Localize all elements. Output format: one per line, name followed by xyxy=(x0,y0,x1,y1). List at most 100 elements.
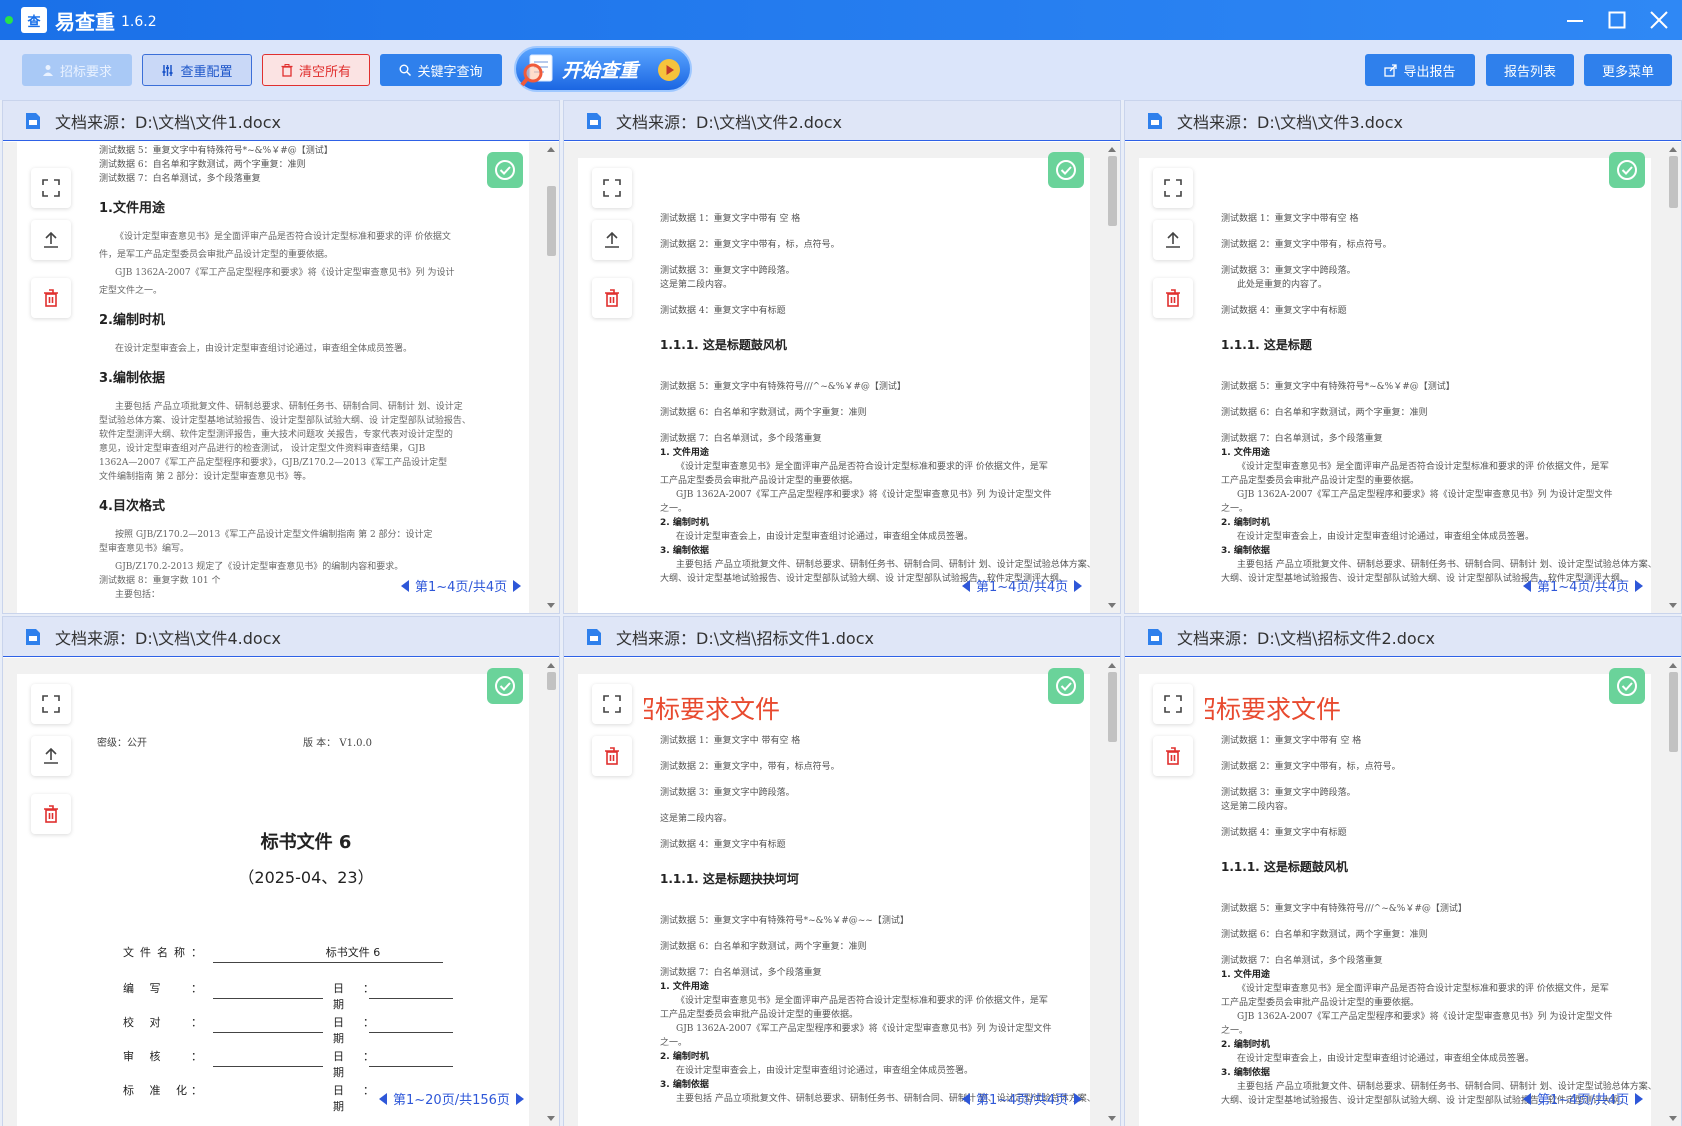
scroll-up-icon[interactable] xyxy=(1108,147,1116,152)
prev-page-icon[interactable] xyxy=(962,579,970,592)
vertical-scrollbar[interactable] xyxy=(543,142,559,613)
vertical-scrollbar[interactable] xyxy=(1104,142,1120,613)
prev-page-icon[interactable] xyxy=(1523,1092,1531,1105)
doc-text-line: 测试数据 7：白名单测试，多个段落重复 xyxy=(660,968,822,978)
scroll-thumb[interactable] xyxy=(547,672,556,690)
check-circle-icon[interactable] xyxy=(487,152,523,188)
minimize-icon[interactable] xyxy=(1562,7,1588,33)
document-source: 文档来源：D:\文档\文件1.docx xyxy=(55,112,281,132)
doc-text-line: 测试数据 3：重复文字中跨段落。 xyxy=(660,788,795,798)
document-icon xyxy=(1148,112,1162,129)
scroll-thumb[interactable] xyxy=(1108,156,1117,226)
start-check-label: 开始查重 xyxy=(562,59,639,82)
check-config-button[interactable]: 查重配置 xyxy=(142,54,252,86)
delete-icon[interactable] xyxy=(592,736,632,776)
delete-icon[interactable] xyxy=(1153,278,1193,318)
doc-text-line: 测试数据 2：重复文字中带有，标，点符号。 xyxy=(1221,762,1401,772)
next-page-icon[interactable] xyxy=(1074,579,1083,592)
upload-icon[interactable] xyxy=(1153,220,1193,260)
fullscreen-icon[interactable] xyxy=(31,684,71,724)
doc-text-line: 测试数据 5：重复文字中有特殊符号///^~&%￥#@【测试】 xyxy=(1221,904,1467,914)
fullscreen-icon[interactable] xyxy=(1153,684,1193,724)
prev-page-icon[interactable] xyxy=(1523,579,1531,592)
page-range: 第1~4页/共4页 xyxy=(976,580,1069,595)
export-report-button[interactable]: 导出报告 xyxy=(1365,54,1475,86)
close-icon[interactable] xyxy=(1646,7,1672,33)
fullscreen-icon[interactable] xyxy=(31,168,71,208)
doc-text-line: 意见，设计定型审查组对产品进行的检查测试， 设计定型文件资料审查结果，GJB xyxy=(99,444,426,454)
upload-icon[interactable] xyxy=(31,220,71,260)
delete-icon[interactable] xyxy=(1153,736,1193,776)
scroll-up-icon[interactable] xyxy=(1108,663,1116,668)
scroll-thumb[interactable] xyxy=(1669,672,1678,752)
vertical-scrollbar[interactable] xyxy=(1104,658,1120,1126)
page-navigator: 第1~20页/共156页 xyxy=(379,1089,524,1108)
doc-text-line: 测试数据 6：白名单和字数测试，两个字重复：准则 xyxy=(660,408,867,418)
tender-requirements-button[interactable]: 招标要求 xyxy=(22,54,132,86)
maximize-icon[interactable] xyxy=(1604,7,1630,33)
vertical-scrollbar[interactable] xyxy=(1665,658,1681,1126)
scroll-up-icon[interactable] xyxy=(1669,663,1677,668)
scroll-down-icon[interactable] xyxy=(1108,603,1116,608)
delete-icon[interactable] xyxy=(592,278,632,318)
scroll-down-icon[interactable] xyxy=(1669,1116,1677,1121)
security-level: 密级：公开 xyxy=(97,738,147,749)
fullscreen-icon[interactable] xyxy=(592,684,632,724)
vertical-scrollbar[interactable] xyxy=(1665,142,1681,613)
scroll-thumb[interactable] xyxy=(1669,156,1678,208)
next-page-icon[interactable] xyxy=(515,1092,524,1105)
document-viewer[interactable]: 测试数据 1：重复文字中带有空 格 测试数据 2：重复文字中带有，标点符号。 测… xyxy=(1125,142,1681,613)
check-circle-icon[interactable] xyxy=(1609,152,1645,188)
more-menu-button[interactable]: 更多菜单 xyxy=(1584,54,1672,86)
upload-icon[interactable] xyxy=(592,220,632,260)
document-viewer[interactable]: 招标要求文件 测试数据 1：重复文字中 带有空 格 测试数据 2：重复文字中，带… xyxy=(564,658,1120,1126)
check-circle-icon[interactable] xyxy=(1048,668,1084,704)
clear-all-label: 清空所有 xyxy=(298,64,351,80)
start-check-button[interactable]: 开始查重 xyxy=(514,46,692,92)
panel-header: 文档来源：D:\文档\文件3.docx xyxy=(1125,101,1681,141)
next-page-icon[interactable] xyxy=(1074,1092,1083,1105)
scroll-down-icon[interactable] xyxy=(547,1116,555,1121)
check-circle-icon[interactable] xyxy=(1048,152,1084,188)
scroll-up-icon[interactable] xyxy=(547,663,555,668)
document-viewer[interactable]: 测试数据 5：重复文字中有特殊符号*~&%￥#@【测试】 测试数据 6：自名单和… xyxy=(3,142,559,613)
fullscreen-icon[interactable] xyxy=(1153,168,1193,208)
document-viewer[interactable]: 测试数据 1：重复文字中带有 空 格 测试数据 2：重复文字中带有，标，点符号。… xyxy=(564,142,1120,613)
delete-icon[interactable] xyxy=(31,794,71,834)
prev-page-icon[interactable] xyxy=(962,1092,970,1105)
document-viewer[interactable]: 密级：公开 版 本： V1.0.0 标书文件 6 （2025-04、23） 文件… xyxy=(3,658,559,1126)
scroll-thumb[interactable] xyxy=(547,186,556,256)
fullscreen-icon[interactable] xyxy=(592,168,632,208)
scroll-down-icon[interactable] xyxy=(1108,1116,1116,1121)
cover-title: 标书文件 6 xyxy=(260,832,352,853)
vertical-scrollbar[interactable] xyxy=(543,658,559,1126)
check-circle-icon[interactable] xyxy=(487,668,523,704)
magnifier-document-icon xyxy=(520,54,553,87)
doc-text-line: 测试数据 4：重复文字中有标题 xyxy=(1221,306,1347,316)
red-document-title: 招标要求文件 xyxy=(1205,695,1342,724)
form-date-label: 日期 xyxy=(333,1016,344,1045)
prev-page-icon[interactable] xyxy=(401,579,409,592)
doc-text-line: 这是第二段内容。 xyxy=(660,814,733,824)
form-label: 审 核 xyxy=(123,1050,167,1063)
upload-icon[interactable] xyxy=(31,736,71,776)
delete-icon[interactable] xyxy=(31,278,71,318)
document-panel-4: 文档来源：D:\文档\文件4.docx 密级：公开 版 本： V1.0.0 标书… xyxy=(2,616,560,1126)
next-page-icon[interactable] xyxy=(1635,1092,1644,1105)
scroll-up-icon[interactable] xyxy=(1669,147,1677,152)
prev-page-icon[interactable] xyxy=(379,1092,387,1105)
scroll-down-icon[interactable] xyxy=(547,603,555,608)
doc-text-line: 测试数据 3：重复文字中跨段落。 xyxy=(660,266,795,276)
keyword-search-button[interactable]: 关键字查询 xyxy=(380,54,502,86)
scroll-thumb[interactable] xyxy=(1108,672,1117,742)
scroll-up-icon[interactable] xyxy=(547,147,555,152)
report-list-button[interactable]: 报告列表 xyxy=(1486,54,1574,86)
scroll-down-icon[interactable] xyxy=(1669,603,1677,608)
form-date-label: 日期 xyxy=(333,982,344,1011)
next-page-icon[interactable] xyxy=(1635,579,1644,592)
form-label: 编 写 xyxy=(123,982,167,995)
check-circle-icon[interactable] xyxy=(1609,668,1645,704)
document-viewer[interactable]: 招标要求文件 测试数据 1：重复文字中带有 空 格 测试数据 2：重复文字中带有… xyxy=(1125,658,1681,1126)
next-page-icon[interactable] xyxy=(513,579,522,592)
clear-all-button[interactable]: 清空所有 xyxy=(262,54,370,86)
